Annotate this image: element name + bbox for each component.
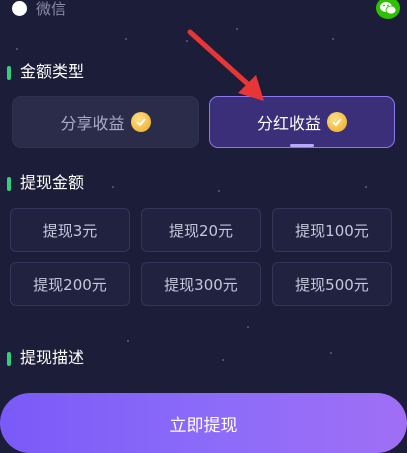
- radio-button[interactable]: [12, 1, 27, 16]
- background-star: [218, 190, 220, 192]
- type-option-share-income[interactable]: 分享收益: [12, 96, 199, 148]
- section-title-withdraw-description: 提现描述: [20, 348, 85, 367]
- amount-option-3[interactable]: 提现3元: [10, 208, 130, 252]
- payment-method-label: 微信: [36, 0, 67, 18]
- type-option-label: 分红收益: [256, 114, 321, 133]
- coin-badge-icon: [130, 112, 151, 132]
- background-star: [247, 326, 249, 328]
- background-star: [186, 40, 188, 42]
- section-marker: [7, 66, 11, 80]
- section-marker: [7, 177, 11, 191]
- section-title-amount-type: 金额类型: [20, 62, 85, 81]
- background-star: [365, 186, 367, 188]
- type-option-dividend-income[interactable]: 分红收益: [209, 96, 395, 148]
- coin-badge-icon: [327, 112, 347, 132]
- background-star: [236, 28, 238, 30]
- amount-option-300[interactable]: 提现300元: [141, 262, 261, 306]
- type-option-label: 分享收益: [60, 114, 125, 133]
- background-star: [16, 48, 18, 50]
- amount-option-500[interactable]: 提现500元: [272, 262, 392, 306]
- payment-method-row[interactable]: 微信: [0, 0, 407, 22]
- background-star: [112, 186, 114, 188]
- background-star: [222, 359, 224, 361]
- section-title-withdraw-amount: 提现金额: [20, 173, 85, 192]
- withdraw-now-button[interactable]: 立即提现: [0, 393, 407, 453]
- background-star: [330, 352, 332, 354]
- section-marker: [7, 352, 11, 366]
- amount-option-20[interactable]: 提现20元: [141, 208, 261, 252]
- amount-option-100[interactable]: 提现100元: [272, 208, 392, 252]
- active-indicator: [290, 144, 314, 147]
- background-star: [127, 340, 129, 342]
- background-star: [125, 38, 127, 40]
- wechat-icon: [376, 0, 400, 19]
- amount-option-200[interactable]: 提现200元: [10, 262, 130, 306]
- background-star: [332, 38, 334, 40]
- withdraw-now-label: 立即提现: [169, 416, 238, 436]
